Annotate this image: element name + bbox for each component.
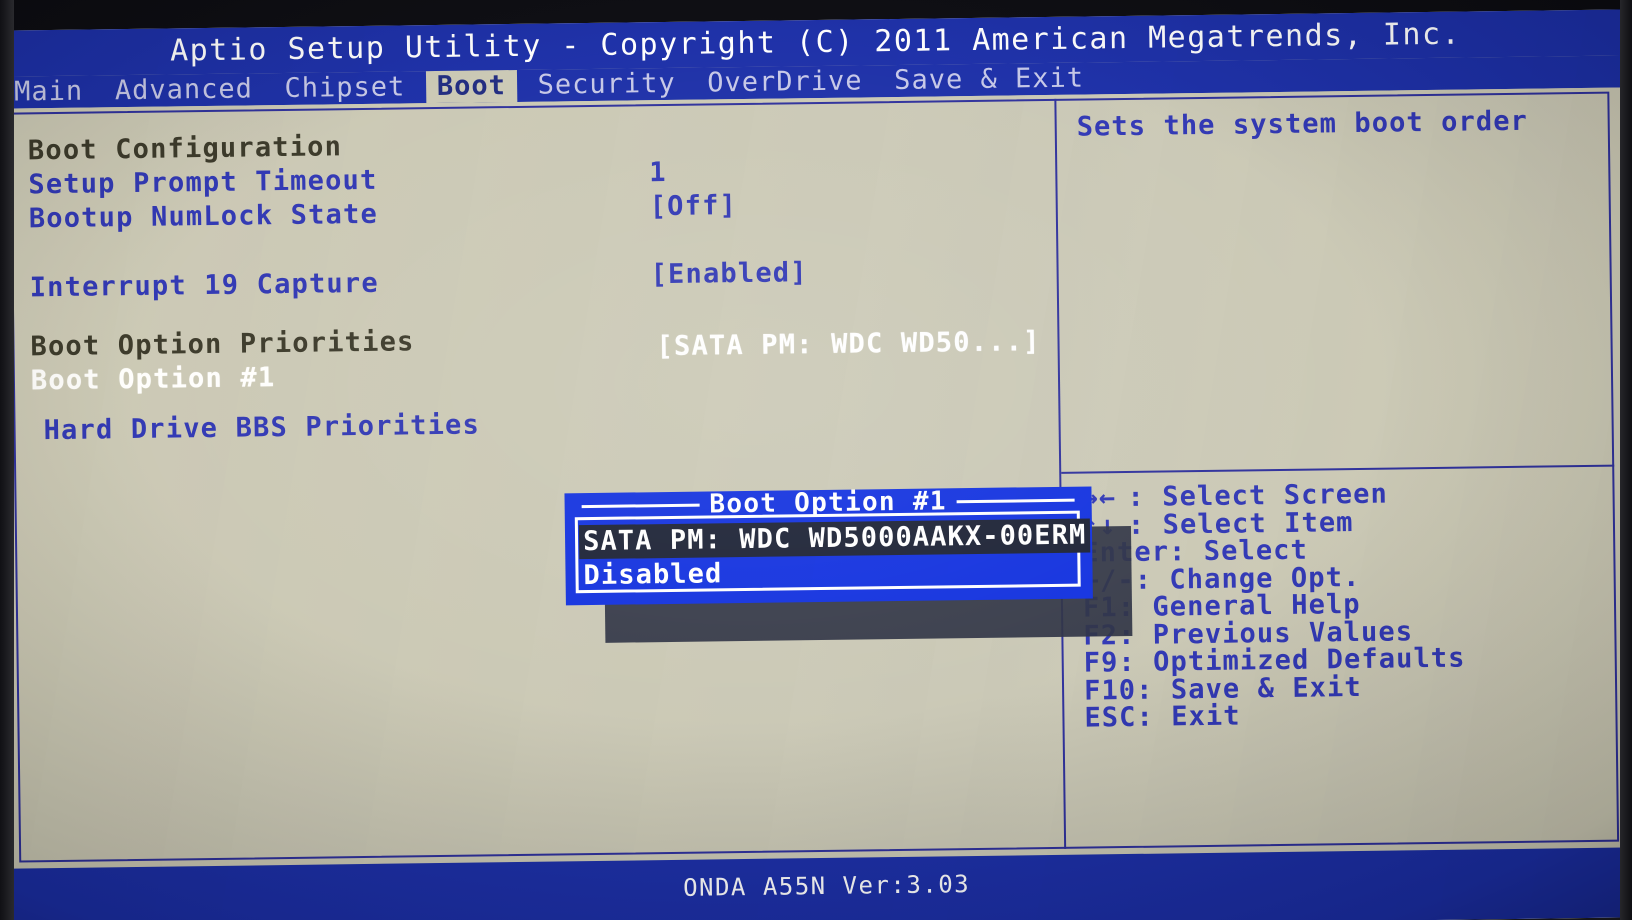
popup-option-sata-pm-wdc[interactable]: SATA PM: WDC WD5000AAKX-00ERM (578, 518, 1091, 560)
boot-option-popup[interactable]: Boot Option #1 SATA PM: WDC WD5000AAKX-0… (564, 486, 1093, 606)
menu-item-save-exit[interactable]: Save & Exit (883, 62, 1095, 97)
setting-value-boot-option-1[interactable]: [SATA PM: WDC WD50...] (656, 325, 1040, 364)
monitor-bezel-left (0, 0, 14, 920)
setting-label-bootup-numlock-state[interactable]: Bootup NumLock State (29, 198, 379, 237)
bios-setup-screen: Aptio Setup Utility - Copyright (C) 2011… (2, 9, 1632, 920)
monitor-photo: Aptio Setup Utility - Copyright (C) 2011… (0, 0, 1632, 920)
setting-label-interrupt-19-capture[interactable]: Interrupt 19 Capture (30, 267, 380, 306)
menu-item-overdrive[interactable]: OverDrive (696, 65, 874, 99)
setting-value-bootup-numlock-state[interactable]: [Off] (650, 189, 738, 224)
popup-title-rule-right (956, 498, 1075, 504)
settings-pane: Boot Configuration Setup Prompt Timeout … (3, 95, 1063, 865)
key-legend: →←: Select Screen ↑↓: Select Item Enter:… (1081, 478, 1624, 734)
setting-value-interrupt-19-capture[interactable]: [Enabled] (650, 256, 808, 292)
setting-value-setup-prompt-timeout[interactable]: 1 (649, 156, 667, 190)
help-description: Sets the system boot order (1076, 105, 1529, 143)
section-header-boot-configuration: Boot Configuration (27, 131, 343, 167)
menu-item-security[interactable]: Security (526, 68, 686, 102)
setting-label-setup-prompt-timeout[interactable]: Setup Prompt Timeout (28, 164, 378, 203)
menu-item-boot[interactable]: Boot (425, 69, 518, 104)
setting-label-hard-drive-bbs-priorities[interactable]: Hard Drive BBS Priorities (43, 408, 480, 448)
body-area: Boot Configuration Setup Prompt Timeout … (3, 87, 1632, 869)
menu-item-advanced[interactable]: Advanced (104, 73, 264, 107)
menu-item-main[interactable]: Main (3, 75, 94, 108)
section-header-boot-option-priorities: Boot Option Priorities (30, 326, 415, 363)
setting-label-boot-option-1[interactable]: Boot Option #1 (31, 361, 276, 398)
popup-option-disabled[interactable]: Disabled (579, 557, 726, 593)
popup-title-rule-left (581, 503, 700, 509)
monitor-bezel-right (1620, 0, 1632, 920)
crt-screen: Aptio Setup Utility - Copyright (C) 2011… (1, 0, 1632, 920)
menu-item-chipset[interactable]: Chipset (273, 71, 416, 105)
